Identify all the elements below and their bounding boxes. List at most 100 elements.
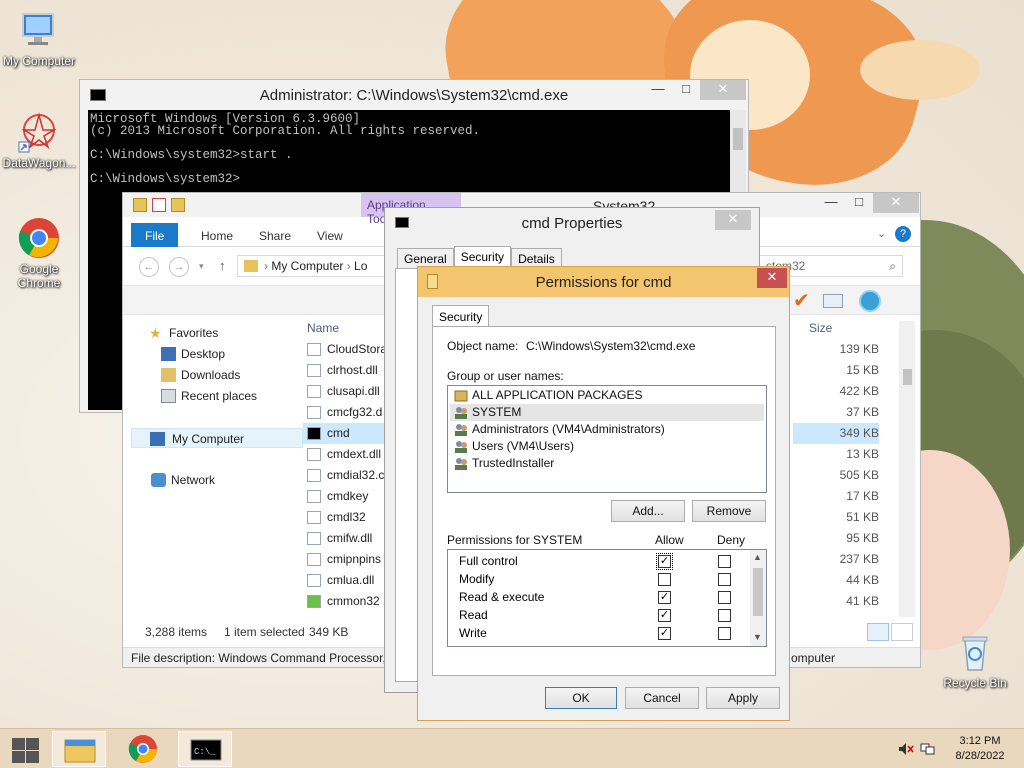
- properties-titlebar[interactable]: cmd Properties ✕: [385, 208, 759, 238]
- remove-button[interactable]: Remove: [692, 500, 766, 522]
- permissions-titlebar[interactable]: Permissions for cmd ✕: [418, 267, 789, 297]
- globe-icon[interactable]: [859, 290, 881, 312]
- file-row-selected[interactable]: cmd: [303, 423, 387, 444]
- volume-muted-icon[interactable]: [898, 742, 914, 756]
- file-row[interactable]: cmdext.dll: [303, 444, 387, 465]
- checkmark-icon[interactable]: ✔: [793, 288, 810, 313]
- file-row[interactable]: cmdkey: [303, 486, 387, 507]
- folder-icon[interactable]: [133, 198, 147, 212]
- list-item[interactable]: Users (VM4\Users): [450, 438, 764, 455]
- list-item[interactable]: TrustedInstaller: [450, 455, 764, 472]
- preview-pane-icon[interactable]: [823, 294, 843, 308]
- desktop-icon-datawagon[interactable]: DataWagon...: [1, 110, 77, 170]
- column-header-size[interactable]: Size: [809, 321, 832, 335]
- maximize-button[interactable]: □: [672, 80, 700, 100]
- explorer-scrollbar[interactable]: [899, 321, 915, 617]
- breadcrumb-my-computer[interactable]: My Computer: [271, 259, 343, 273]
- tab-home[interactable]: Home: [187, 223, 247, 247]
- deny-checkbox[interactable]: [718, 609, 731, 622]
- up-button[interactable]: ↑: [219, 258, 226, 273]
- forward-button[interactable]: →: [169, 257, 189, 277]
- deny-checkbox[interactable]: [718, 555, 731, 568]
- taskbar-file-explorer[interactable]: [52, 731, 106, 767]
- apply-button[interactable]: Apply: [706, 687, 780, 709]
- ok-button[interactable]: OK: [545, 687, 617, 709]
- cmd-titlebar[interactable]: Administrator: C:\Windows\System32\cmd.e…: [80, 80, 748, 110]
- file-row[interactable]: cmdial32.c: [303, 465, 387, 486]
- nav-label: My Computer: [172, 432, 245, 446]
- help-icon[interactable]: ?: [895, 226, 911, 242]
- scrollbar-thumb[interactable]: [903, 369, 912, 385]
- list-item[interactable]: Administrators (VM4\Administrators): [450, 421, 764, 438]
- maximize-button[interactable]: □: [845, 193, 873, 213]
- permissions-dialog[interactable]: Permissions for cmd ✕ Security Object na…: [417, 266, 790, 721]
- file-row[interactable]: cmlua.dll: [303, 570, 387, 591]
- scroll-down-icon[interactable]: ▼: [753, 632, 762, 642]
- taskbar-cmd[interactable]: C:\_: [178, 731, 232, 767]
- recent-locations-icon[interactable]: ▾: [199, 261, 204, 272]
- nav-item-downloads[interactable]: Downloads: [159, 365, 240, 385]
- deny-checkbox[interactable]: [718, 591, 731, 604]
- allow-checkbox[interactable]: ✓: [658, 627, 671, 640]
- cancel-button[interactable]: Cancel: [625, 687, 699, 709]
- large-icons-view-button[interactable]: [891, 623, 913, 641]
- tab-security[interactable]: Security: [432, 305, 490, 327]
- taskbar-clock[interactable]: 3:12 PM 8/28/2022: [940, 734, 1020, 764]
- file-row[interactable]: clusapi.dll: [303, 381, 387, 402]
- file-row[interactable]: cmcfg32.d: [303, 402, 387, 423]
- address-bar[interactable]: › My Computer › Lo: [237, 255, 397, 277]
- description-tail: omputer: [791, 651, 836, 665]
- scroll-up-icon[interactable]: ▲: [753, 552, 762, 562]
- allow-checkbox[interactable]: ✓: [658, 609, 671, 622]
- details-view-button[interactable]: [867, 623, 889, 641]
- allow-checkbox[interactable]: ✓: [656, 553, 673, 570]
- close-button[interactable]: ✕: [873, 193, 919, 213]
- close-button[interactable]: ✕: [700, 80, 746, 100]
- list-item[interactable]: ALL APPLICATION PACKAGES: [450, 387, 764, 404]
- minimize-button[interactable]: —: [644, 80, 672, 100]
- start-button[interactable]: [10, 737, 40, 763]
- nav-item-my-computer[interactable]: My Computer: [131, 428, 303, 448]
- file-row[interactable]: cmipnpins: [303, 549, 387, 570]
- desktop-icon-my-computer[interactable]: My Computer: [1, 8, 77, 68]
- scrollbar-thumb[interactable]: [733, 128, 743, 150]
- file-row[interactable]: cmifw.dll: [303, 528, 387, 549]
- deny-checkbox[interactable]: [718, 627, 731, 640]
- network-icon[interactable]: [920, 742, 936, 756]
- file-row[interactable]: CloudStora: [303, 339, 387, 360]
- minimize-button[interactable]: —: [817, 193, 845, 213]
- back-button[interactable]: ←: [139, 257, 159, 277]
- close-button[interactable]: ✕: [715, 210, 751, 230]
- new-folder-icon[interactable]: [171, 198, 185, 212]
- wallpaper-fox-stripe: [860, 40, 980, 100]
- scrollbar-thumb[interactable]: [753, 568, 763, 616]
- nav-item-favorites[interactable]: ★ Favorites: [147, 323, 218, 343]
- tab-general[interactable]: General: [397, 248, 454, 268]
- group-user-list[interactable]: ALL APPLICATION PACKAGES SYSTEM Administ…: [447, 385, 767, 493]
- file-row[interactable]: clrhost.dll: [303, 360, 387, 381]
- allow-checkbox[interactable]: ✓: [658, 591, 671, 604]
- deny-checkbox[interactable]: [718, 573, 731, 586]
- permissions-scrollbar[interactable]: ▲ ▼: [750, 550, 766, 646]
- add-button[interactable]: Add...: [611, 500, 685, 522]
- tab-share[interactable]: Share: [245, 223, 305, 247]
- file-row[interactable]: cmdl32: [303, 507, 387, 528]
- breadcrumb-local-disk[interactable]: Lo: [354, 259, 367, 273]
- file-row[interactable]: cmmon32: [303, 591, 387, 612]
- tab-details[interactable]: Details: [511, 248, 562, 268]
- tab-file[interactable]: File: [131, 223, 179, 247]
- desktop-icon-google-chrome[interactable]: Google Chrome: [1, 216, 77, 290]
- ribbon-expand-icon[interactable]: ⌄: [877, 227, 886, 240]
- allow-checkbox[interactable]: [658, 573, 671, 586]
- nav-item-network[interactable]: Network: [149, 470, 215, 490]
- column-header-name[interactable]: Name: [307, 321, 339, 335]
- taskbar-chrome[interactable]: [116, 731, 170, 767]
- tab-view[interactable]: View: [303, 223, 357, 247]
- close-button[interactable]: ✕: [757, 268, 787, 288]
- nav-item-recent-places[interactable]: Recent places: [159, 386, 257, 406]
- properties-icon[interactable]: [152, 198, 166, 212]
- list-item-selected[interactable]: SYSTEM: [450, 404, 764, 421]
- tab-security[interactable]: Security: [453, 246, 512, 268]
- nav-item-desktop[interactable]: Desktop: [159, 344, 225, 364]
- desktop-icon-recycle-bin[interactable]: Recycle Bin: [937, 630, 1013, 690]
